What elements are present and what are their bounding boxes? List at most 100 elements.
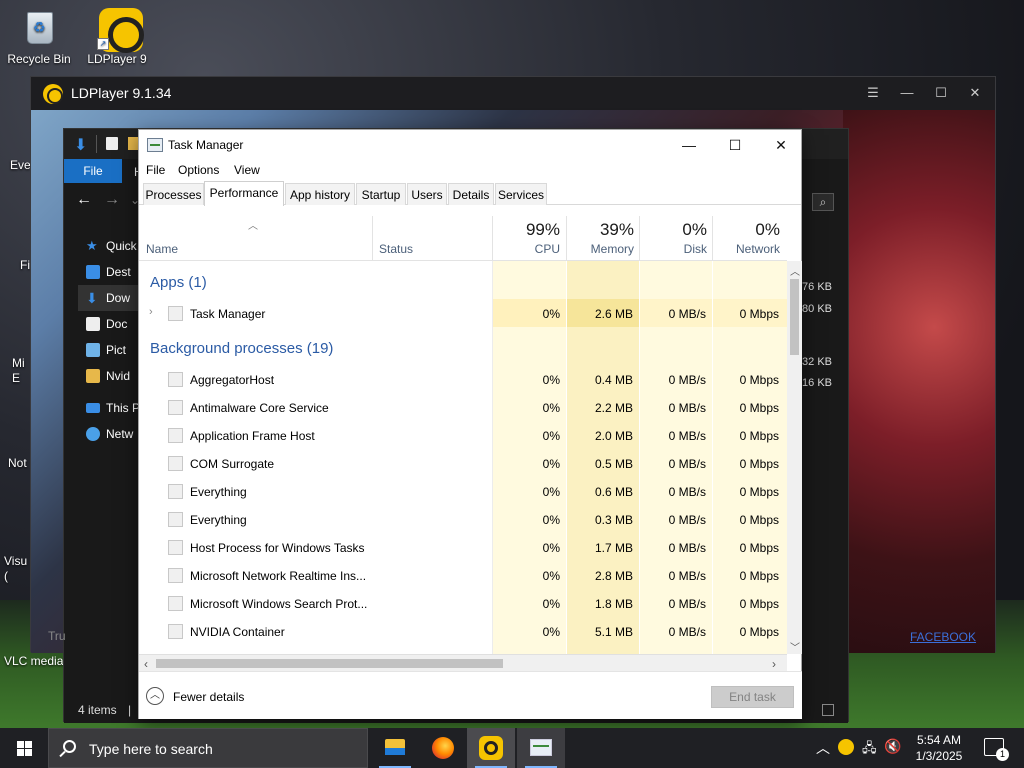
fewer-details-link[interactable]: Fewer details xyxy=(173,690,244,704)
cpu-value: 0% xyxy=(542,569,560,583)
task-manager-window[interactable]: Task Manager — ☐ ✕ File Options View Pro… xyxy=(138,129,802,719)
tab-users[interactable]: Users xyxy=(407,183,447,205)
task-manager-taskbar-icon[interactable] xyxy=(517,728,565,768)
menu-file[interactable]: File xyxy=(146,163,165,177)
tab-details[interactable]: Details xyxy=(448,183,494,205)
minimize-icon[interactable]: — xyxy=(666,130,712,160)
network-value: 0 Mbps xyxy=(739,373,779,387)
table-row[interactable]: AggregatorHost 0% 0.4 MB 0 MB/s 0 Mbps xyxy=(139,365,787,393)
process-icon xyxy=(168,306,183,321)
file-tab[interactable]: File xyxy=(64,159,122,183)
horizontal-scrollbar[interactable]: ‹ › xyxy=(139,654,787,671)
ldplayer-taskbar-icon[interactable] xyxy=(467,728,515,768)
disk-value: 0 MB/s xyxy=(668,307,706,321)
menu-icon[interactable]: ☰ xyxy=(861,83,885,103)
memory-value: 1.7 MB xyxy=(594,541,633,555)
disk-label: Disk xyxy=(683,242,707,256)
background-processes-group-header: Background processes (19) xyxy=(150,340,334,357)
scrollbar-thumb[interactable] xyxy=(156,659,503,668)
tab-services[interactable]: Services xyxy=(495,183,547,205)
table-row[interactable]: › Task Manager 0% 2.6 MB 0 MB/s 0 Mbps xyxy=(139,299,787,327)
network-value: 0 Mbps xyxy=(739,429,779,443)
scroll-up-arrow-icon[interactable]: ︿ xyxy=(790,263,800,278)
table-row[interactable]: Application Frame Host 0% 2.0 MB 0 MB/s 0 Mb… xyxy=(139,421,787,449)
ldplayer-tray-icon[interactable] xyxy=(838,739,854,755)
vertical-scrollbar[interactable]: ︿ ﹀ xyxy=(787,261,802,654)
close-icon[interactable]: ✕ xyxy=(758,130,804,160)
column-network[interactable]: 0% Network xyxy=(713,216,786,261)
volume-muted-icon[interactable]: 🔇 xyxy=(884,738,901,755)
search-icon[interactable]: ⌕ xyxy=(812,193,834,211)
maximize-icon[interactable]: ☐ xyxy=(712,130,758,160)
process-name: Microsoft Network Realtime Ins... xyxy=(190,569,367,583)
chevron-up-icon[interactable]: ︿ xyxy=(816,738,830,758)
network-value: 0 Mbps xyxy=(739,541,779,555)
back-arrow-icon[interactable]: ← xyxy=(76,191,92,209)
ldplayer-titlebar[interactable]: LDPlayer 9.1.34 ☰ — ☐ ✕ xyxy=(31,77,995,110)
menu-view[interactable]: View xyxy=(234,163,260,177)
maximize-icon[interactable]: ☐ xyxy=(929,83,953,103)
ldplayer-desktop-icon[interactable]: ↗ LDPlayer 9 xyxy=(82,8,152,67)
desktop-label-partial: Not xyxy=(8,456,27,470)
scroll-down-arrow-icon[interactable]: ﹀ xyxy=(790,639,800,654)
taskbar-search-box[interactable]: Type here to search xyxy=(48,728,368,768)
file-explorer-taskbar-icon[interactable] xyxy=(371,728,419,768)
folder-icon[interactable] xyxy=(128,137,138,150)
expand-chevron-icon[interactable]: › xyxy=(149,306,153,318)
windows-start-icon[interactable] xyxy=(0,728,48,768)
table-row[interactable]: Everything 0% 0.3 MB 0 MB/s 0 Mbps xyxy=(139,505,787,533)
tab-startup[interactable]: Startup xyxy=(356,183,406,205)
column-divider[interactable] xyxy=(372,216,373,261)
scroll-right-arrow-icon[interactable]: › xyxy=(772,657,776,671)
chevron-up-circle-icon[interactable]: ︿ xyxy=(146,687,164,705)
column-memory[interactable]: 39% Memory xyxy=(567,216,640,261)
system-clock[interactable]: 5:54 AM 1/3/2025 xyxy=(900,732,978,764)
table-row[interactable]: NVIDIA Container 0% 5.1 MB 0 MB/s 0 Mbps xyxy=(139,617,787,645)
details-view-icon[interactable] xyxy=(822,704,834,716)
network-value: 0 Mbps xyxy=(739,485,779,499)
scroll-left-arrow-icon[interactable]: ‹ xyxy=(144,657,148,671)
column-cpu[interactable]: 99% CPU xyxy=(493,216,566,261)
table-row[interactable]: Everything 0% 0.6 MB 0 MB/s 0 Mbps xyxy=(139,477,787,505)
ldplayer-logo-icon: ↗ xyxy=(97,8,144,53)
table-row[interactable]: Antimalware Core Service 0% 2.2 MB 0 MB/s 0 … xyxy=(139,393,787,421)
minimize-icon[interactable]: — xyxy=(895,83,919,103)
close-icon[interactable]: ✕ xyxy=(963,83,987,103)
recycle-bin-icon[interactable]: Recycle Bin xyxy=(4,8,74,67)
tab-app-history[interactable]: App history xyxy=(285,183,355,205)
task-manager-footer: ︿ Fewer details End task xyxy=(139,671,802,719)
facebook-link[interactable]: FACEBOOK xyxy=(910,630,976,644)
process-name: Everything xyxy=(190,485,247,499)
table-row[interactable]: Microsoft Network Realtime Ins... 0% 2.8 M… xyxy=(139,561,787,589)
cpu-value: 0% xyxy=(542,513,560,527)
clock-time: 5:54 AM xyxy=(916,733,962,747)
process-icon xyxy=(168,372,183,387)
column-disk[interactable]: 0% Disk xyxy=(640,216,713,261)
process-icon xyxy=(168,428,183,443)
network-status-icon[interactable]: 🖧 xyxy=(862,739,877,761)
cpu-value: 0% xyxy=(542,485,560,499)
table-row[interactable]: Microsoft Windows Search Prot... 0% 1.8 MB… xyxy=(139,589,787,617)
table-row[interactable]: Host Process for Windows Tasks 0% 1.7 MB 0 … xyxy=(139,533,787,561)
download-icon: ⬇ xyxy=(86,290,98,306)
tab-performance[interactable]: Performance xyxy=(204,181,284,206)
firefox-taskbar-icon[interactable] xyxy=(419,728,467,768)
memory-value: 1.8 MB xyxy=(594,597,633,611)
computer-icon xyxy=(86,403,100,413)
process-name: Antimalware Core Service xyxy=(190,401,329,415)
arrow-down-icon[interactable]: ⬇ xyxy=(74,135,87,155)
cpu-value: 0% xyxy=(542,373,560,387)
process-icon xyxy=(168,624,183,639)
task-manager-titlebar[interactable]: Task Manager — ☐ ✕ xyxy=(139,130,801,160)
search-hint: Tru xyxy=(48,629,66,643)
table-row[interactable]: COM Surrogate 0% 0.5 MB 0 MB/s 0 Mbps xyxy=(139,449,787,477)
column-status[interactable]: Status xyxy=(379,242,413,256)
scrollbar-thumb[interactable] xyxy=(790,279,799,355)
forward-arrow-icon[interactable]: → xyxy=(104,191,120,209)
properties-icon[interactable] xyxy=(106,137,118,150)
cpu-value: 0% xyxy=(542,401,560,415)
column-name[interactable]: Name xyxy=(146,242,178,256)
menu-options[interactable]: Options xyxy=(178,163,219,177)
end-task-button[interactable]: End task xyxy=(711,686,794,708)
tab-processes[interactable]: Processes xyxy=(143,183,204,205)
